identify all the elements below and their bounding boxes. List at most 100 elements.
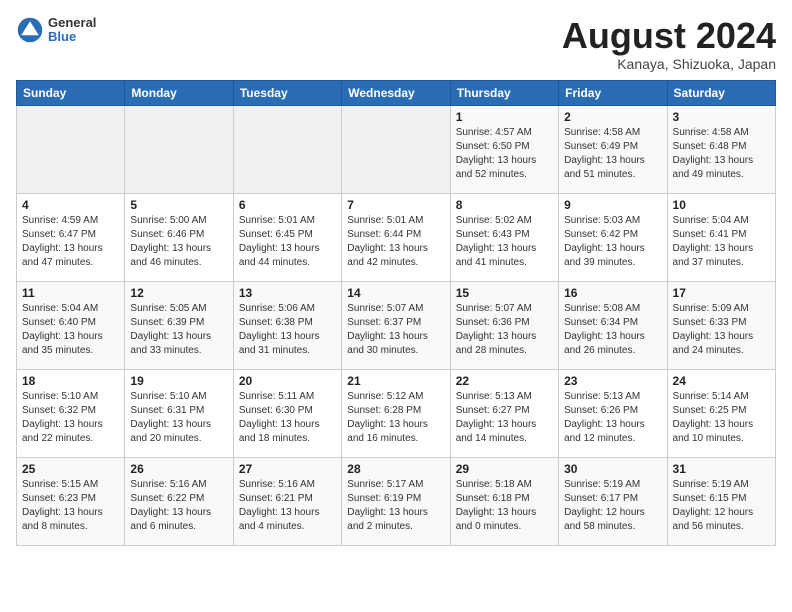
day-info: Sunrise: 5:10 AM Sunset: 6:32 PM Dayligh… bbox=[22, 390, 119, 446]
day-number: 14 bbox=[347, 286, 444, 300]
day-info: Sunrise: 5:01 AM Sunset: 6:44 PM Dayligh… bbox=[347, 214, 444, 270]
calendar-cell: 12Sunrise: 5:05 AM Sunset: 6:39 PM Dayli… bbox=[125, 281, 233, 369]
weekday-header-sunday: Sunday bbox=[17, 80, 125, 105]
day-number: 8 bbox=[456, 198, 553, 212]
day-number: 20 bbox=[239, 374, 336, 388]
title-block: August 2024 Kanaya, Shizuoka, Japan bbox=[562, 16, 776, 72]
calendar-cell: 24Sunrise: 5:14 AM Sunset: 6:25 PM Dayli… bbox=[667, 369, 775, 457]
calendar-cell: 15Sunrise: 5:07 AM Sunset: 6:36 PM Dayli… bbox=[450, 281, 558, 369]
day-number: 5 bbox=[130, 198, 227, 212]
calendar-week-1: 4 Sunrise: 4:59 AM Sunset: 6:47 PM Daylig… bbox=[17, 193, 776, 281]
day-number: 10 bbox=[673, 198, 770, 212]
day-number: 25 bbox=[22, 462, 119, 476]
day-info: Sunrise: 5:19 AM Sunset: 6:15 PM Dayligh… bbox=[673, 478, 770, 534]
logo-general: General bbox=[48, 16, 96, 30]
day-number: 6 bbox=[239, 198, 336, 212]
calendar-cell bbox=[17, 105, 125, 193]
day-info: Sunrise: 5:13 AM Sunset: 6:27 PM Dayligh… bbox=[456, 390, 553, 446]
day-number: 30 bbox=[564, 462, 661, 476]
calendar-cell bbox=[125, 105, 233, 193]
day-info: Sunrise: 5:16 AM Sunset: 6:22 PM Dayligh… bbox=[130, 478, 227, 534]
day-number: 18 bbox=[22, 374, 119, 388]
logo-blue: Blue bbox=[48, 30, 96, 44]
calendar-cell: 13 Sunrise: 5:06 AM Sunset: 6:38 PM Dayli… bbox=[233, 281, 341, 369]
day-number: 2 bbox=[564, 110, 661, 124]
day-info: Sunrise: 5:15 AM Sunset: 6:23 PM Dayligh… bbox=[22, 478, 119, 534]
day-number: 23 bbox=[564, 374, 661, 388]
weekday-header-tuesday: Tuesday bbox=[233, 80, 341, 105]
day-info: Sunrise: 5:16 AM Sunset: 6:21 PM Dayligh… bbox=[239, 478, 336, 534]
day-number: 21 bbox=[347, 374, 444, 388]
calendar-cell: 18 Sunrise: 5:10 AM Sunset: 6:32 PM Dayli… bbox=[17, 369, 125, 457]
calendar-header: SundayMondayTuesdayWednesdayThursdayFrid… bbox=[17, 80, 776, 105]
day-number: 7 bbox=[347, 198, 444, 212]
page-header: General Blue August 2024 Kanaya, Shizuok… bbox=[16, 16, 776, 72]
calendar-week-4: 25 Sunrise: 5:15 AM Sunset: 6:23 PM Dayli… bbox=[17, 457, 776, 545]
day-info: Sunrise: 5:01 AM Sunset: 6:45 PM Dayligh… bbox=[239, 214, 336, 270]
day-number: 12 bbox=[130, 286, 227, 300]
calendar-body: 1Sunrise: 4:57 AM Sunset: 6:50 PM Daylig… bbox=[17, 105, 776, 545]
calendar-cell: 4 Sunrise: 4:59 AM Sunset: 6:47 PM Daylig… bbox=[17, 193, 125, 281]
calendar-cell: 29Sunrise: 5:18 AM Sunset: 6:18 PM Dayli… bbox=[450, 457, 558, 545]
day-number: 22 bbox=[456, 374, 553, 388]
day-number: 4 bbox=[22, 198, 119, 212]
day-info: Sunrise: 5:08 AM Sunset: 6:34 PM Dayligh… bbox=[564, 302, 661, 358]
day-info: Sunrise: 5:19 AM Sunset: 6:17 PM Dayligh… bbox=[564, 478, 661, 534]
logo-text: General Blue bbox=[48, 16, 96, 45]
calendar-cell: 10 Sunrise: 5:04 AM Sunset: 6:41 PM Dayli… bbox=[667, 193, 775, 281]
calendar-cell: 27Sunrise: 5:16 AM Sunset: 6:21 PM Dayli… bbox=[233, 457, 341, 545]
calendar-week-0: 1Sunrise: 4:57 AM Sunset: 6:50 PM Daylig… bbox=[17, 105, 776, 193]
day-number: 19 bbox=[130, 374, 227, 388]
calendar-cell: 25 Sunrise: 5:15 AM Sunset: 6:23 PM Dayli… bbox=[17, 457, 125, 545]
calendar-cell: 23Sunrise: 5:13 AM Sunset: 6:26 PM Dayli… bbox=[559, 369, 667, 457]
day-info: Sunrise: 5:14 AM Sunset: 6:25 PM Dayligh… bbox=[673, 390, 770, 446]
calendar-cell: 16 Sunrise: 5:08 AM Sunset: 6:34 PM Dayli… bbox=[559, 281, 667, 369]
month-year: August 2024 bbox=[562, 16, 776, 56]
calendar-cell: 9 Sunrise: 5:03 AM Sunset: 6:42 PM Daylig… bbox=[559, 193, 667, 281]
day-info: Sunrise: 4:58 AM Sunset: 6:49 PM Dayligh… bbox=[564, 126, 661, 182]
day-info: Sunrise: 5:04 AM Sunset: 6:41 PM Dayligh… bbox=[673, 214, 770, 270]
location: Kanaya, Shizuoka, Japan bbox=[562, 56, 776, 72]
day-number: 17 bbox=[673, 286, 770, 300]
weekday-header-wednesday: Wednesday bbox=[342, 80, 450, 105]
logo: General Blue bbox=[16, 16, 96, 45]
day-info: Sunrise: 5:00 AM Sunset: 6:46 PM Dayligh… bbox=[130, 214, 227, 270]
day-number: 29 bbox=[456, 462, 553, 476]
day-number: 3 bbox=[673, 110, 770, 124]
calendar-cell: 19 Sunrise: 5:10 AM Sunset: 6:31 PM Dayli… bbox=[125, 369, 233, 457]
day-info: Sunrise: 5:11 AM Sunset: 6:30 PM Dayligh… bbox=[239, 390, 336, 446]
weekday-header-friday: Friday bbox=[559, 80, 667, 105]
day-info: Sunrise: 5:03 AM Sunset: 6:42 PM Dayligh… bbox=[564, 214, 661, 270]
day-info: Sunrise: 5:02 AM Sunset: 6:43 PM Dayligh… bbox=[456, 214, 553, 270]
calendar-table: SundayMondayTuesdayWednesdayThursdayFrid… bbox=[16, 80, 776, 546]
calendar-cell bbox=[233, 105, 341, 193]
day-info: Sunrise: 5:17 AM Sunset: 6:19 PM Dayligh… bbox=[347, 478, 444, 534]
day-number: 1 bbox=[456, 110, 553, 124]
weekday-header-thursday: Thursday bbox=[450, 80, 558, 105]
day-number: 13 bbox=[239, 286, 336, 300]
calendar-cell: 26 Sunrise: 5:16 AM Sunset: 6:22 PM Dayli… bbox=[125, 457, 233, 545]
logo-icon bbox=[16, 16, 44, 44]
day-number: 31 bbox=[673, 462, 770, 476]
day-info: Sunrise: 5:10 AM Sunset: 6:31 PM Dayligh… bbox=[130, 390, 227, 446]
day-number: 28 bbox=[347, 462, 444, 476]
day-info: Sunrise: 4:59 AM Sunset: 6:47 PM Dayligh… bbox=[22, 214, 119, 270]
calendar-cell: 21 Sunrise: 5:12 AM Sunset: 6:28 PM Dayli… bbox=[342, 369, 450, 457]
day-info: Sunrise: 5:12 AM Sunset: 6:28 PM Dayligh… bbox=[347, 390, 444, 446]
calendar-cell bbox=[342, 105, 450, 193]
day-info: Sunrise: 5:07 AM Sunset: 6:37 PM Dayligh… bbox=[347, 302, 444, 358]
calendar-cell: 1Sunrise: 4:57 AM Sunset: 6:50 PM Daylig… bbox=[450, 105, 558, 193]
calendar-cell: 28 Sunrise: 5:17 AM Sunset: 6:19 PM Dayli… bbox=[342, 457, 450, 545]
day-number: 16 bbox=[564, 286, 661, 300]
weekday-header-saturday: Saturday bbox=[667, 80, 775, 105]
day-info: Sunrise: 5:07 AM Sunset: 6:36 PM Dayligh… bbox=[456, 302, 553, 358]
calendar-cell: 11Sunrise: 5:04 AM Sunset: 6:40 PM Dayli… bbox=[17, 281, 125, 369]
day-number: 26 bbox=[130, 462, 227, 476]
calendar-cell: 17Sunrise: 5:09 AM Sunset: 6:33 PM Dayli… bbox=[667, 281, 775, 369]
calendar-cell: 8 Sunrise: 5:02 AM Sunset: 6:43 PM Daylig… bbox=[450, 193, 558, 281]
day-info: Sunrise: 5:06 AM Sunset: 6:38 PM Dayligh… bbox=[239, 302, 336, 358]
day-number: 9 bbox=[564, 198, 661, 212]
weekday-header-monday: Monday bbox=[125, 80, 233, 105]
calendar-cell: 22 Sunrise: 5:13 AM Sunset: 6:27 PM Dayli… bbox=[450, 369, 558, 457]
calendar-cell: 7 Sunrise: 5:01 AM Sunset: 6:44 PM Daylig… bbox=[342, 193, 450, 281]
